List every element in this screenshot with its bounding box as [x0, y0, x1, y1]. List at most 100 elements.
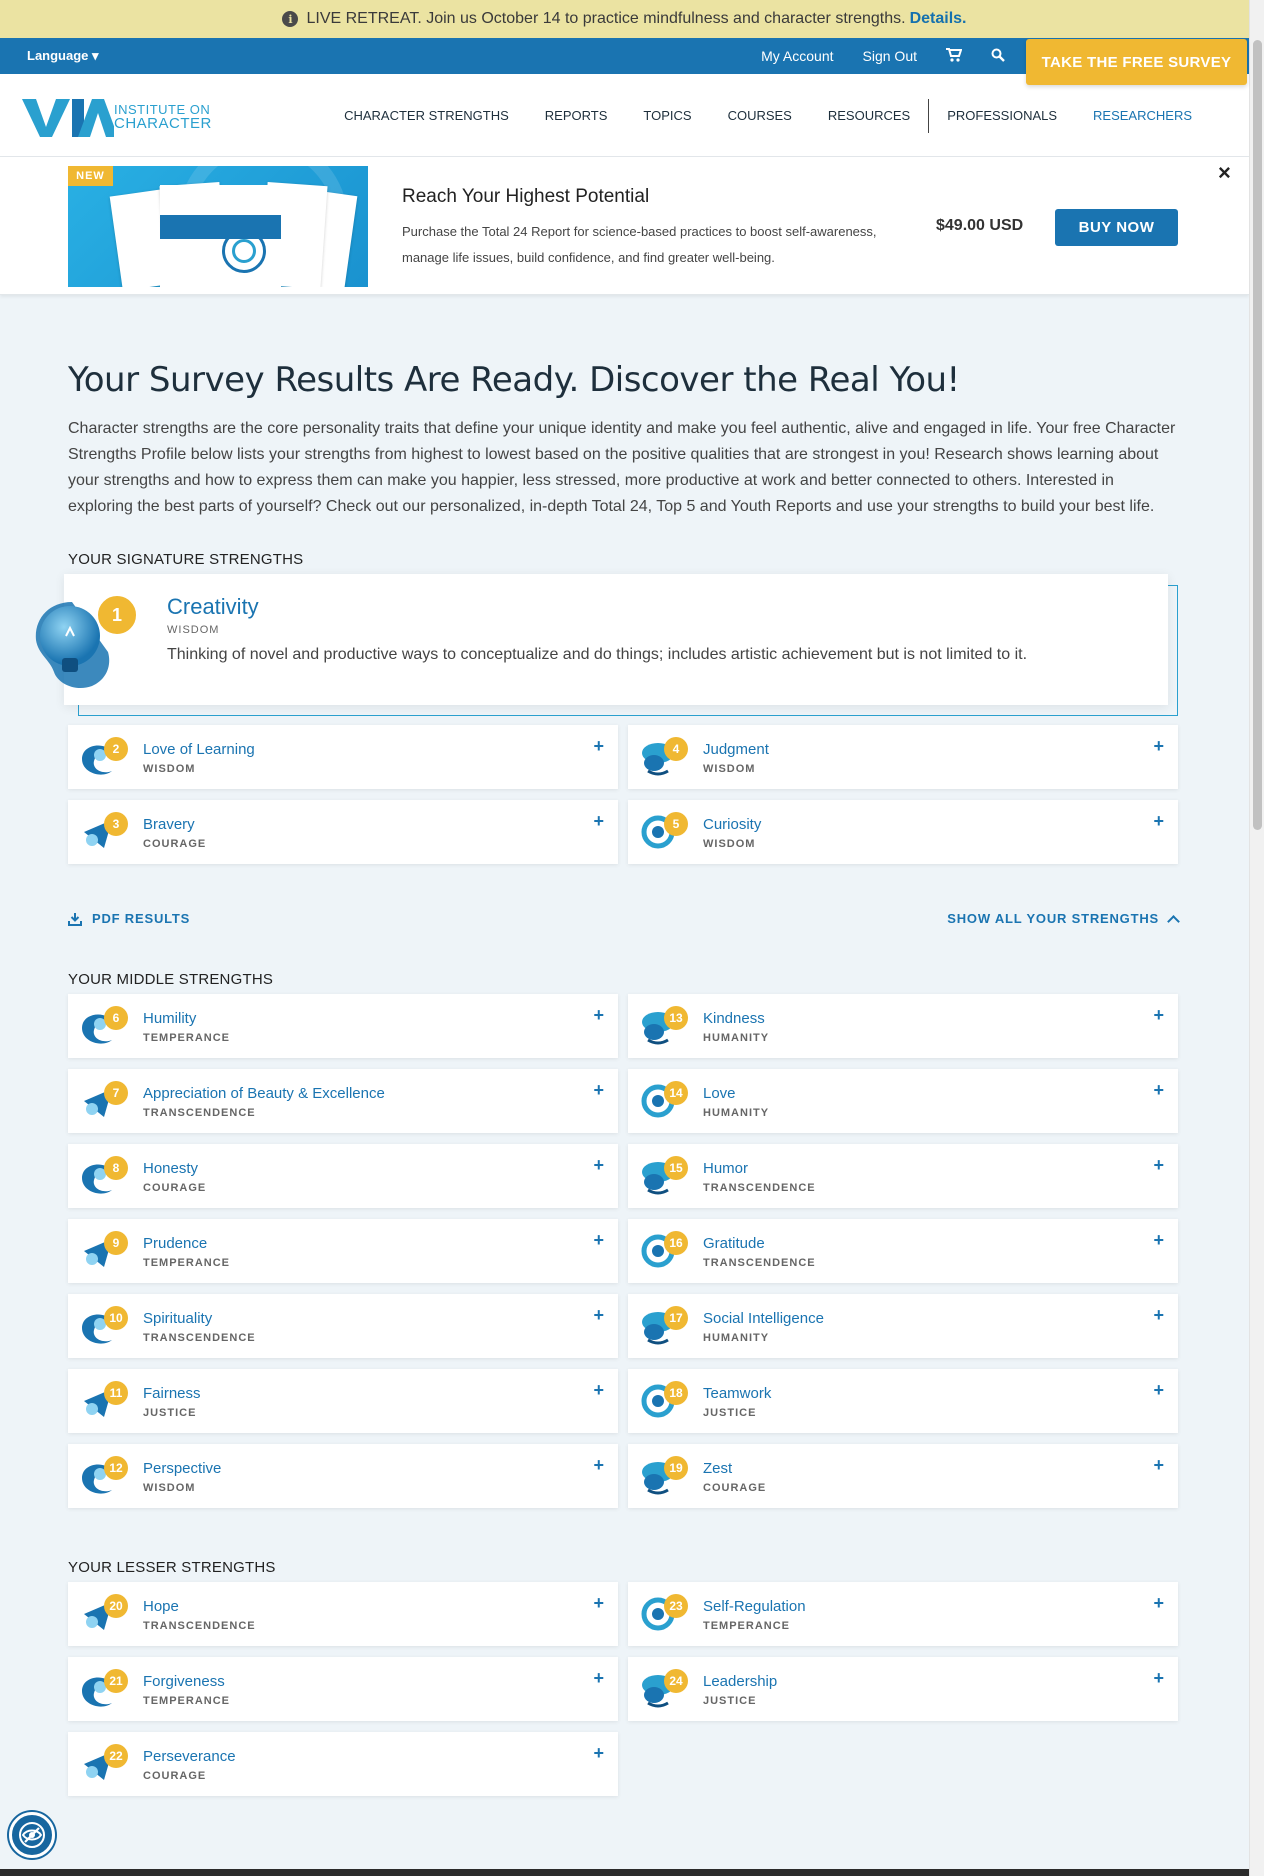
strength-rank: 7 [104, 1081, 128, 1105]
nav-researchers[interactable]: RESEARCHERS [1075, 108, 1249, 123]
strength-card[interactable]: 2 Love of Learning WISDOM + [68, 725, 618, 789]
strength-virtue: JUSTICE [703, 1695, 757, 1707]
strength-virtue: COURAGE [143, 1182, 207, 1194]
expand-plus-icon[interactable]: + [1153, 1455, 1164, 1476]
strength-card[interactable]: 24 Leadership JUSTICE + [628, 1657, 1178, 1721]
expand-plus-icon[interactable]: + [593, 811, 604, 832]
expand-plus-icon[interactable]: + [1153, 1305, 1164, 1326]
close-icon[interactable]: × [1218, 160, 1231, 186]
promo-price: $49.00 USD [936, 217, 1024, 234]
expand-plus-icon[interactable]: + [593, 1593, 604, 1614]
strength-card[interactable]: 9 Prudence TEMPERANCE + [68, 1219, 618, 1283]
strength-name: Kindness [703, 1010, 765, 1027]
search-icon[interactable] [991, 48, 1005, 65]
scrollbar-thumb[interactable] [1253, 40, 1262, 830]
strength-card[interactable]: 16 Gratitude TRANSCENDENCE + [628, 1219, 1178, 1283]
via-logo[interactable]: INSTITUTE ON CHARACTER [22, 93, 222, 141]
expand-plus-icon[interactable]: + [1153, 1230, 1164, 1251]
announcement-details-link[interactable]: Details. [910, 10, 967, 28]
expand-plus-icon[interactable]: + [1153, 1005, 1164, 1026]
take-survey-button[interactable]: TAKE THE FREE SURVEY [1026, 39, 1247, 85]
strength-card[interactable]: 15 Humor TRANSCENDENCE + [628, 1144, 1178, 1208]
expand-plus-icon[interactable]: + [593, 1455, 604, 1476]
expand-plus-icon[interactable]: + [1153, 1380, 1164, 1401]
expand-plus-icon[interactable]: + [1153, 736, 1164, 757]
strength-virtue: TEMPERANCE [143, 1695, 231, 1707]
strength-card[interactable]: 7 Appreciation of Beauty & Excellence TRAN… [68, 1069, 618, 1133]
strength-card[interactable]: 4 Judgment WISDOM + [628, 725, 1178, 789]
strength-card[interactable]: 10 Spirituality TRANSCENDENCE + [68, 1294, 618, 1358]
info-icon: i [282, 11, 299, 27]
expand-plus-icon[interactable]: + [593, 1155, 604, 1176]
strength-name: Perseverance [143, 1748, 236, 1765]
footer-strip [0, 1869, 1249, 1876]
strength-card[interactable]: 11 Fairness JUSTICE + [68, 1369, 618, 1433]
logo-wordmark: INSTITUTE ON CHARACTER [114, 103, 212, 132]
main-nav: INSTITUTE ON CHARACTER CHARACTER STRENGT… [0, 74, 1249, 157]
nav-reports[interactable]: REPORTS [527, 108, 626, 123]
strength-rank: 3 [104, 812, 128, 836]
strength-name: Love [703, 1085, 736, 1102]
strength-card[interactable]: 22 Perseverance COURAGE + [68, 1732, 618, 1796]
strength-card[interactable]: 5 Curiosity WISDOM + [628, 800, 1178, 864]
strength-card[interactable]: 21 Forgiveness TEMPERANCE + [68, 1657, 618, 1721]
strength-name: Spirituality [143, 1310, 213, 1327]
top-strength-card[interactable]: Creativity WISDOM Thinking of novel and … [64, 574, 1168, 705]
report-preview-image [68, 166, 368, 287]
strength-rank: 13 [664, 1006, 688, 1030]
via-logo-mark [22, 99, 118, 137]
my-account-link[interactable]: My Account [761, 48, 833, 64]
expand-plus-icon[interactable]: + [593, 1668, 604, 1689]
strength-rank: 15 [664, 1156, 688, 1180]
strength-card[interactable]: 23 Self-Regulation TEMPERANCE + [628, 1582, 1178, 1646]
strength-card[interactable]: 19 Zest COURAGE + [628, 1444, 1178, 1508]
strength-name: Forgiveness [143, 1673, 225, 1690]
nav-professionals[interactable]: PROFESSIONALS [929, 108, 1075, 123]
expand-plus-icon[interactable]: + [1153, 1593, 1164, 1614]
strength-card[interactable]: 17 Social Intelligence HUMANITY + [628, 1294, 1178, 1358]
language-selector[interactable]: Language ▾ [27, 48, 99, 64]
show-all-strengths-toggle[interactable]: SHOW ALL YOUR STRENGTHS [947, 911, 1180, 928]
strength-name: Hope [143, 1598, 179, 1615]
buy-now-button[interactable]: BUY NOW [1055, 209, 1178, 246]
pdf-results-label: PDF RESULTS [92, 911, 191, 926]
strength-card[interactable]: 3 Bravery COURAGE + [68, 800, 618, 864]
accessibility-toggle-button[interactable] [9, 1812, 55, 1858]
strength-name: Bravery [143, 816, 195, 833]
strength-card[interactable]: 13 Kindness HUMANITY + [628, 994, 1178, 1058]
pdf-results-link[interactable]: PDF RESULTS [68, 911, 190, 926]
strength-virtue: HUMANITY [703, 1332, 770, 1344]
strength-name: Love of Learning [143, 741, 255, 758]
expand-plus-icon[interactable]: + [593, 1380, 604, 1401]
expand-plus-icon[interactable]: + [593, 736, 604, 757]
top-strength-rank: 1 [96, 594, 138, 636]
strength-card[interactable]: 6 Humility TEMPERANCE + [68, 994, 618, 1058]
expand-plus-icon[interactable]: + [1153, 1080, 1164, 1101]
strength-name: Gratitude [703, 1235, 765, 1252]
nav-resources[interactable]: RESOURCES [810, 108, 928, 123]
strength-rank: 12 [104, 1456, 128, 1480]
cart-icon[interactable] [946, 47, 963, 65]
strength-card[interactable]: 8 Honesty COURAGE + [68, 1144, 618, 1208]
strength-card[interactable]: 20 Hope TRANSCENDENCE + [68, 1582, 618, 1646]
expand-plus-icon[interactable]: + [1153, 811, 1164, 832]
strength-card[interactable]: 14 Love HUMANITY + [628, 1069, 1178, 1133]
expand-plus-icon[interactable]: + [593, 1305, 604, 1326]
expand-plus-icon[interactable]: + [593, 1080, 604, 1101]
page: i LIVE RETREAT. Join us October 14 to pr… [0, 0, 1249, 295]
page-scrollbar[interactable] [1249, 0, 1264, 1876]
expand-plus-icon[interactable]: + [593, 1230, 604, 1251]
strength-rank: 4 [664, 737, 688, 761]
strength-card[interactable]: 18 Teamwork JUSTICE + [628, 1369, 1178, 1433]
expand-plus-icon[interactable]: + [1153, 1155, 1164, 1176]
intro-paragraph: Character strengths are the core persona… [68, 420, 1176, 515]
strength-card[interactable]: 12 Perspective WISDOM + [68, 1444, 618, 1508]
expand-plus-icon[interactable]: + [593, 1743, 604, 1764]
expand-plus-icon[interactable]: + [593, 1005, 604, 1026]
sign-out-link[interactable]: Sign Out [863, 48, 917, 64]
strength-name: Judgment [703, 741, 769, 758]
nav-character-strengths[interactable]: CHARACTER STRENGTHS [326, 108, 527, 123]
nav-topics[interactable]: TOPICS [625, 108, 709, 123]
expand-plus-icon[interactable]: + [1153, 1668, 1164, 1689]
nav-courses[interactable]: COURSES [710, 108, 810, 123]
